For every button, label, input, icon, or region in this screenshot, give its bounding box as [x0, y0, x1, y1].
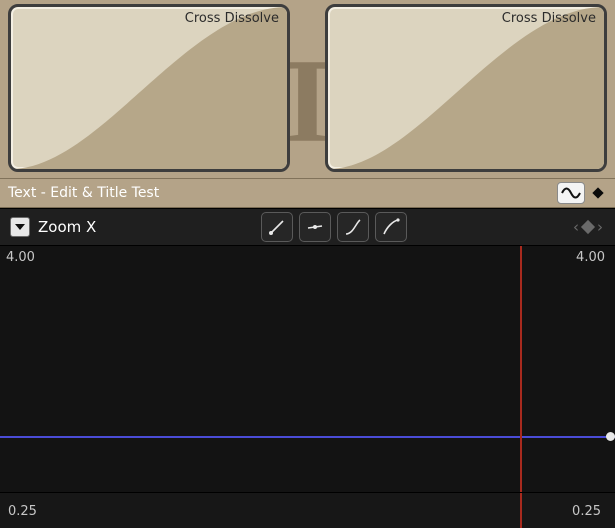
keyframe-mode-button[interactable] — [587, 183, 609, 203]
curve-tool-ease-out[interactable] — [375, 212, 407, 242]
transition-strip: T Cross Dissolve Cross Dissolve — [0, 0, 615, 178]
clip-header-bar: Text - Edit & Title Test — [0, 178, 615, 208]
sine-wave-icon — [561, 186, 581, 200]
parameter-name: Zoom X — [38, 218, 96, 236]
linear-curve-icon — [267, 217, 287, 237]
ease-both-icon — [305, 217, 325, 237]
add-keyframe-button[interactable] — [581, 220, 595, 234]
curve-tool-group — [261, 212, 407, 242]
clip-title: Text - Edit & Title Test — [8, 185, 555, 201]
curve-line — [0, 436, 615, 438]
chevron-down-icon — [15, 223, 25, 231]
ease-curve-icon — [11, 7, 287, 169]
curve-tool-ease-both[interactable] — [299, 212, 331, 242]
ease-out-icon — [381, 217, 401, 237]
ease-curve-icon — [328, 7, 604, 169]
ease-in-icon — [343, 217, 363, 237]
prev-keyframe-button[interactable]: ‹ — [571, 218, 581, 237]
playhead[interactable] — [520, 246, 522, 492]
curve-tool-ease-in[interactable] — [337, 212, 369, 242]
diamond-icon — [590, 185, 606, 201]
ruler-tick-start: 0.25 — [8, 504, 37, 519]
transition-label: Cross Dissolve — [502, 11, 596, 26]
transition-label: Cross Dissolve — [185, 11, 279, 26]
keyframe-nav: ‹ › — [571, 218, 605, 237]
parameter-row: Zoom X ‹ — [0, 208, 615, 246]
curve-graph[interactable]: 4.00 4.00 — [0, 246, 615, 492]
value-axis-top-left: 4.00 — [6, 250, 35, 265]
curve-tool-linear[interactable] — [261, 212, 293, 242]
transition-card-left[interactable]: Cross Dissolve — [8, 4, 290, 172]
keyframe-handle[interactable] — [606, 432, 615, 441]
curve-mode-button[interactable] — [557, 182, 585, 204]
playhead[interactable] — [520, 493, 522, 528]
parameter-dropdown[interactable] — [10, 217, 30, 237]
time-ruler[interactable]: 0.25 0.25 — [0, 492, 615, 528]
next-keyframe-button[interactable]: › — [595, 218, 605, 237]
transition-card-right[interactable]: Cross Dissolve — [325, 4, 607, 172]
ruler-tick-end: 0.25 — [572, 504, 601, 519]
value-axis-top-right: 4.00 — [576, 250, 605, 265]
